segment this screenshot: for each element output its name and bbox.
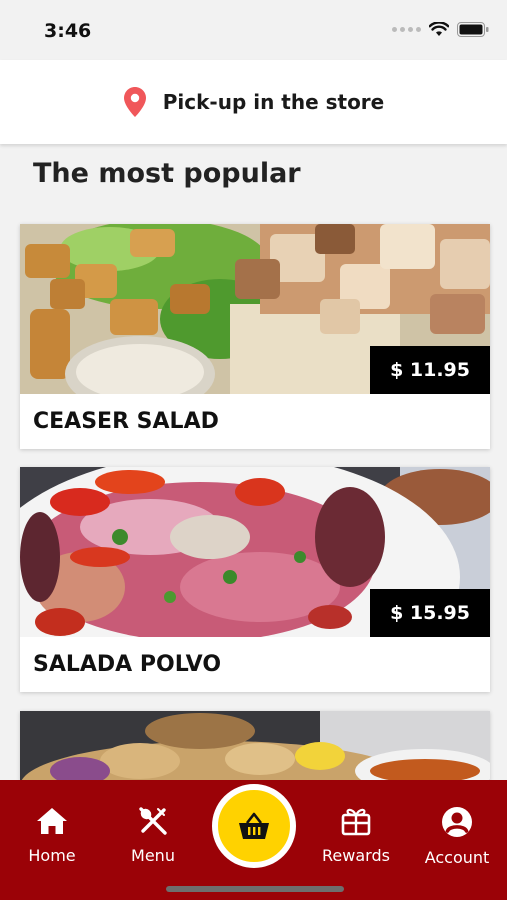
menu-item-card[interactable]: $ 15.95 SALADA POLVO xyxy=(20,467,490,692)
tab-account[interactable]: Account xyxy=(412,806,502,867)
status-bar: 3:46 xyxy=(0,0,507,60)
tab-rewards[interactable]: Rewards xyxy=(311,806,401,865)
location-pin-icon xyxy=(123,87,146,117)
tab-label: Rewards xyxy=(322,846,390,865)
basket-icon xyxy=(239,812,269,839)
pickup-label: Pick-up in the store xyxy=(162,90,385,114)
home-icon xyxy=(37,808,67,834)
wifi-icon xyxy=(429,22,449,36)
home-indicator xyxy=(166,886,344,892)
section-title: The most popular xyxy=(33,158,301,189)
pickup-location-bar[interactable]: Pick-up in the store xyxy=(0,60,507,144)
menu-item-image xyxy=(20,711,490,781)
menu-item-image: $ 11.95 xyxy=(20,224,490,394)
account-icon xyxy=(442,807,472,837)
signal-dots-icon xyxy=(392,27,421,32)
utensils-icon xyxy=(139,807,167,835)
tab-label: Menu xyxy=(131,846,175,865)
tab-home[interactable]: Home xyxy=(7,806,97,865)
status-icons xyxy=(392,22,489,37)
tab-label: Home xyxy=(28,846,76,865)
menu-item-card[interactable] xyxy=(20,711,490,781)
bottom-tab-bar: Home Menu Rewards Account xyxy=(0,780,507,900)
tab-label: Account xyxy=(424,848,490,867)
price-tag: $ 15.95 xyxy=(370,589,490,637)
gift-icon xyxy=(341,808,371,836)
menu-item-image: $ 15.95 xyxy=(20,467,490,637)
menu-item-name: CEASER SALAD xyxy=(33,409,219,434)
status-time: 3:46 xyxy=(44,20,92,42)
price-tag: $ 11.95 xyxy=(370,346,490,394)
battery-icon xyxy=(457,22,489,37)
menu-item-card[interactable]: $ 11.95 CEASER SALAD xyxy=(20,224,490,449)
menu-item-name: SALADA POLVO xyxy=(33,652,222,677)
cart-button[interactable] xyxy=(212,784,296,868)
tab-menu[interactable]: Menu xyxy=(108,806,198,865)
